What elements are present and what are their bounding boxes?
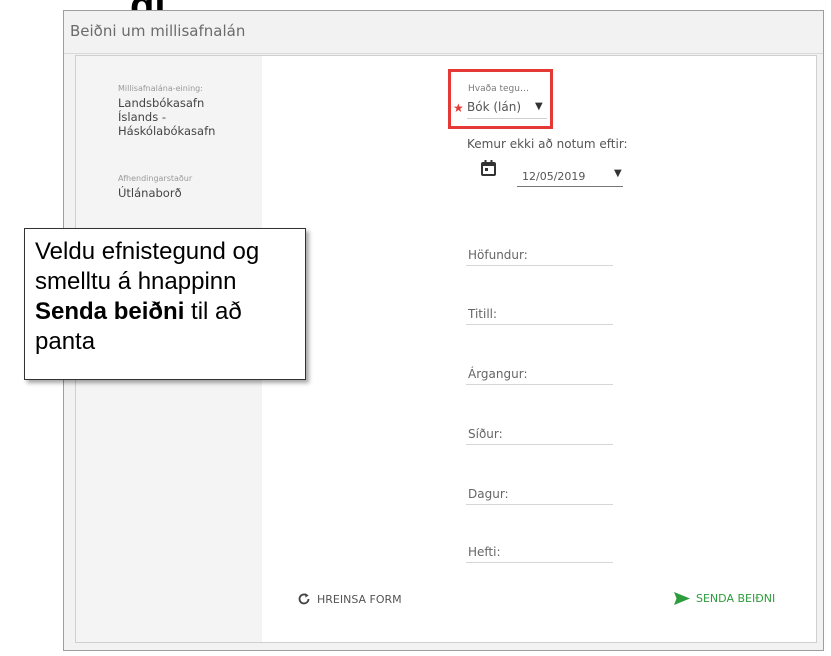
ill-unit-value-line-1: Landsbókasafn: [118, 96, 205, 110]
title-underline: [466, 324, 613, 325]
send-icon: [674, 592, 690, 605]
clear-form-button[interactable]: HREINSA FORM: [297, 592, 402, 606]
type-select-highlight: [448, 69, 553, 129]
date-caret-down-icon[interactable]: ▼: [614, 168, 622, 179]
send-request-label: SENDA BEIÐNI: [696, 592, 776, 605]
refresh-icon: [298, 593, 310, 605]
day-field[interactable]: Dagur:: [468, 487, 509, 501]
instruction-callout: Veldu efnistegund og smelltu á hnappinn …: [24, 228, 306, 380]
day-underline: [466, 504, 613, 505]
material-type-label: Hvaða tegu…: [468, 84, 529, 94]
callout-text-1: Veldu efnistegund og smelltu á hnappinn: [35, 238, 260, 295]
required-indicator: ★: [453, 101, 464, 115]
clear-form-label: HREINSA FORM: [317, 592, 402, 606]
pages-underline: [466, 444, 613, 445]
author-underline: [466, 265, 613, 266]
window-title: Beiðni um millisafnalán: [70, 22, 246, 40]
pickup-location-value: Útlánaborð: [118, 186, 182, 200]
not-needed-after-input[interactable]: 12/05/2019: [522, 170, 585, 183]
pages-field[interactable]: Síður:: [468, 427, 503, 441]
calendar-icon[interactable]: [481, 160, 496, 180]
volume-underline: [466, 384, 613, 385]
callout-text-bold: Senda beiðni: [35, 298, 185, 325]
pickup-location-label: Afhendingarstaður: [118, 174, 193, 183]
ill-unit-label: Millisafnalána-eining:: [118, 84, 203, 93]
ill-unit-value-line-3: Háskólabókasafn: [118, 124, 216, 138]
title-field[interactable]: Titill:: [468, 307, 497, 321]
calendar-icon-svg: [481, 160, 496, 176]
author-field[interactable]: Höfundur:: [468, 248, 528, 262]
ill-unit-value-line-2: Íslands -: [118, 110, 167, 124]
issue-underline: [466, 562, 613, 563]
issue-field[interactable]: Hefti:: [468, 545, 501, 559]
volume-field[interactable]: Árgangur:: [468, 367, 528, 381]
material-type-value[interactable]: Bók (lán): [467, 100, 521, 114]
select-underline: [467, 118, 547, 119]
title-divider: [64, 53, 823, 54]
date-underline: [517, 186, 623, 187]
not-needed-after-label: Kemur ekki að notum eftir:: [467, 137, 628, 151]
send-request-button[interactable]: SENDA BEIÐNI: [674, 592, 775, 605]
caret-down-icon[interactable]: ▼: [535, 101, 543, 112]
